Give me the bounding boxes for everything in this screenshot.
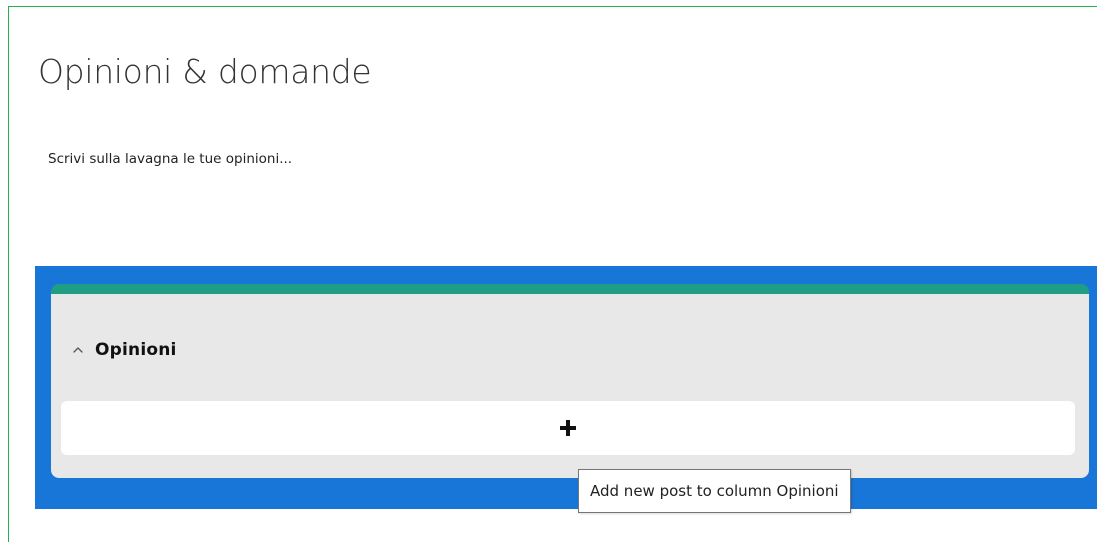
- board: Opinioni: [35, 266, 1097, 509]
- add-post-button[interactable]: [61, 401, 1075, 455]
- plus-icon: [560, 420, 576, 436]
- column-title: Opinioni: [95, 340, 177, 360]
- column-header[interactable]: Opinioni: [71, 338, 177, 362]
- board-column-opinioni: Opinioni: [51, 284, 1089, 478]
- page-intro: Scrivi sulla lavagna le tue opinioni...: [48, 151, 293, 167]
- add-post-tooltip: Add new post to column Opinioni: [578, 469, 851, 513]
- page-frame: Opinioni & domande Scrivi sulla lavagna …: [8, 6, 1097, 542]
- chevron-up-icon[interactable]: [71, 343, 85, 357]
- page-title: Opinioni & domande: [38, 52, 372, 91]
